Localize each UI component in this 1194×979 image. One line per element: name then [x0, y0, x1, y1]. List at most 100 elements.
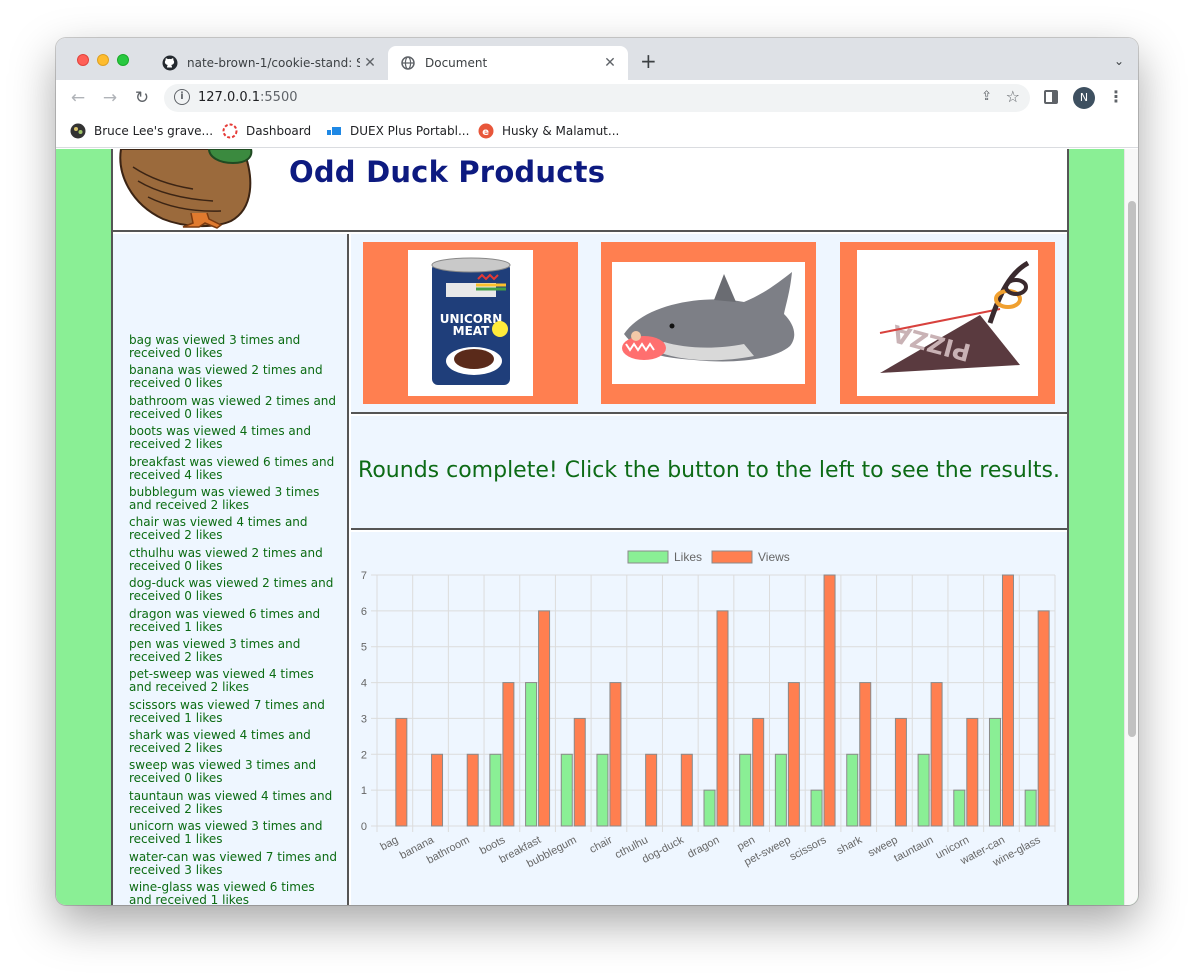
bar-views: [573, 717, 586, 827]
bar-likes: [953, 789, 966, 827]
minimize-window-button[interactable]: [97, 54, 109, 66]
x-tick-label: chair: [588, 834, 615, 856]
bar-likes: [525, 682, 538, 827]
unicorn-meat-can-image: UNICORN MEAT: [408, 250, 533, 396]
result-item: bag was viewed 3 times and received 0 li…: [129, 333, 301, 360]
close-window-button[interactable]: [77, 54, 89, 66]
result-item: boots was viewed 4 times and received 2 …: [129, 424, 311, 452]
legend-swatch-likes: [627, 550, 669, 564]
y-tick-label: 3: [361, 713, 367, 725]
result-item: chair was viewed 4 times and received 2 …: [129, 515, 308, 543]
y-tick-label: 1: [361, 785, 367, 797]
status-message: Rounds complete! Click the button to the…: [358, 458, 1060, 483]
bar-likes: [1024, 789, 1037, 827]
bar-likes: [703, 789, 716, 827]
product-option-3[interactable]: PIZZA: [840, 242, 1055, 404]
result-item: pet-sweep was viewed 4 times and receive…: [129, 667, 314, 695]
url-host: 127.0.0.1: [198, 90, 261, 105]
page-scrollbar[interactable]: [1124, 149, 1138, 905]
pizza-scissors-image: PIZZA: [857, 250, 1038, 396]
bar-chart: 01234567bagbananabathroom bootsbreakfastb…: [361, 550, 1056, 870]
y-tick-label: 6: [361, 606, 367, 618]
tab-bar: nate-brown-1/cookie-stand: Sa ✕ Document…: [56, 38, 1138, 80]
bookmarks-bar: Bruce Lee's grave... Dashboard DUEX Plus…: [56, 116, 1138, 148]
bookmark-item[interactable]: Dashboard: [222, 123, 311, 139]
more-menu-icon[interactable]: ⋮: [1108, 87, 1124, 106]
bar-views: [395, 717, 408, 827]
bar-views: [894, 717, 907, 827]
dashboard-favicon-icon: [222, 123, 238, 139]
bookmark-label: DUEX Plus Portabl...: [350, 124, 470, 138]
bookmark-item[interactable]: Bruce Lee's grave...: [70, 123, 213, 139]
results-list: bag was viewed 3 times and received 0 li…: [129, 333, 339, 906]
y-tick-label: 2: [361, 749, 367, 761]
x-tick-label: shark: [835, 834, 865, 857]
tab-title: Document: [425, 56, 488, 70]
result-item: dog-duck was viewed 2 times and received…: [129, 576, 334, 604]
product-option-2[interactable]: [601, 242, 816, 404]
svg-text:e: e: [482, 127, 489, 138]
legend-label: Likes: [674, 550, 702, 564]
url-text: 127.0.0.1:5500: [198, 90, 298, 105]
result-item: cthulhu was viewed 2 times and received …: [129, 545, 323, 573]
bookmark-item[interactable]: e Husky & Malamut...: [478, 123, 619, 139]
address-bar[interactable]: i 127.0.0.1:5500 ⇪ ☆: [164, 84, 1030, 112]
product-option-1[interactable]: UNICORN MEAT: [363, 242, 578, 404]
y-tick-label: 4: [361, 678, 367, 690]
site-info-icon[interactable]: i: [174, 89, 190, 105]
result-item: dragon was viewed 6 times and received 1…: [129, 606, 321, 634]
new-tab-plus-icon[interactable]: +: [640, 51, 657, 71]
bar-views: [1001, 574, 1014, 827]
bar-views: [609, 682, 622, 827]
side-panel-icon[interactable]: [1044, 90, 1058, 104]
result-item: bathroom was viewed 2 times and received…: [129, 393, 337, 421]
bar-likes: [810, 789, 823, 827]
scrollbar-thumb[interactable]: [1128, 201, 1136, 737]
page-container: Odd Duck Products bag was viewed 3 times…: [111, 149, 1069, 905]
close-tab-icon[interactable]: ✕: [600, 55, 620, 71]
x-tick-label: scissors: [788, 834, 829, 863]
browser-window: nate-brown-1/cookie-stand: Sa ✕ Document…: [56, 38, 1138, 905]
reload-icon[interactable]: ↻: [130, 86, 154, 110]
legend-swatch-views: [711, 550, 753, 564]
bar-likes: [774, 753, 787, 827]
bookmark-label: Dashboard: [246, 124, 312, 138]
y-tick-label: 0: [361, 821, 367, 833]
share-icon[interactable]: ⇪: [981, 89, 992, 104]
close-tab-icon[interactable]: ✕: [360, 55, 380, 71]
results-chart: 0 1 2 3 4 5 6 7 bag banana bathroom boots breakfast b…: [351, 532, 1067, 905]
bar-views: [930, 682, 943, 827]
bar-likes: [846, 753, 859, 827]
bookmark-item[interactable]: DUEX Plus Portabl...: [326, 123, 469, 139]
result-item: banana was viewed 2 times and received 0…: [129, 363, 323, 391]
bar-views: [716, 610, 729, 827]
status-panel: Rounds complete! Click the button to the…: [351, 416, 1067, 530]
tab-search-chevron-icon[interactable]: ⌄: [1114, 54, 1124, 68]
back-arrow-icon[interactable]: ←: [66, 86, 90, 110]
shark-sleeping-bag-image: [612, 262, 805, 384]
profile-avatar[interactable]: N: [1073, 87, 1095, 109]
forward-arrow-icon[interactable]: →: [98, 86, 122, 110]
bookmark-star-icon[interactable]: ☆: [1006, 87, 1020, 106]
duex-favicon-icon: [326, 123, 342, 139]
bar-views: [752, 717, 765, 827]
y-tick-label: 7: [361, 570, 367, 582]
result-item: breakfast was viewed 6 times and receive…: [129, 454, 335, 482]
browser-toolbar: ← → ↻ i 127.0.0.1:5500 ⇪ ☆ N ⋮: [56, 80, 1138, 116]
tab-document[interactable]: Document ✕: [388, 46, 628, 80]
husky-favicon-icon: e: [478, 123, 494, 139]
tab-github[interactable]: nate-brown-1/cookie-stand: Sa ✕: [152, 46, 388, 80]
x-tick-label: bag: [378, 834, 400, 853]
bar-views: [1037, 610, 1050, 827]
x-tick-label: dog-duck: [640, 834, 686, 866]
bar-likes: [739, 753, 752, 827]
result-item: bubblegum was viewed 3 times and receive…: [129, 484, 320, 512]
zoom-window-button[interactable]: [117, 54, 129, 66]
result-item: shark was viewed 4 times and received 2 …: [129, 728, 311, 756]
svg-text:MEAT: MEAT: [452, 324, 489, 338]
x-tick-label: tauntaun: [892, 834, 935, 865]
bookmark-label: Husky & Malamut...: [502, 124, 620, 138]
results-sidebar: bag was viewed 3 times and received 0 li…: [113, 234, 349, 905]
bookmark-favicon-icon: [70, 123, 86, 139]
bar-views: [680, 753, 693, 827]
